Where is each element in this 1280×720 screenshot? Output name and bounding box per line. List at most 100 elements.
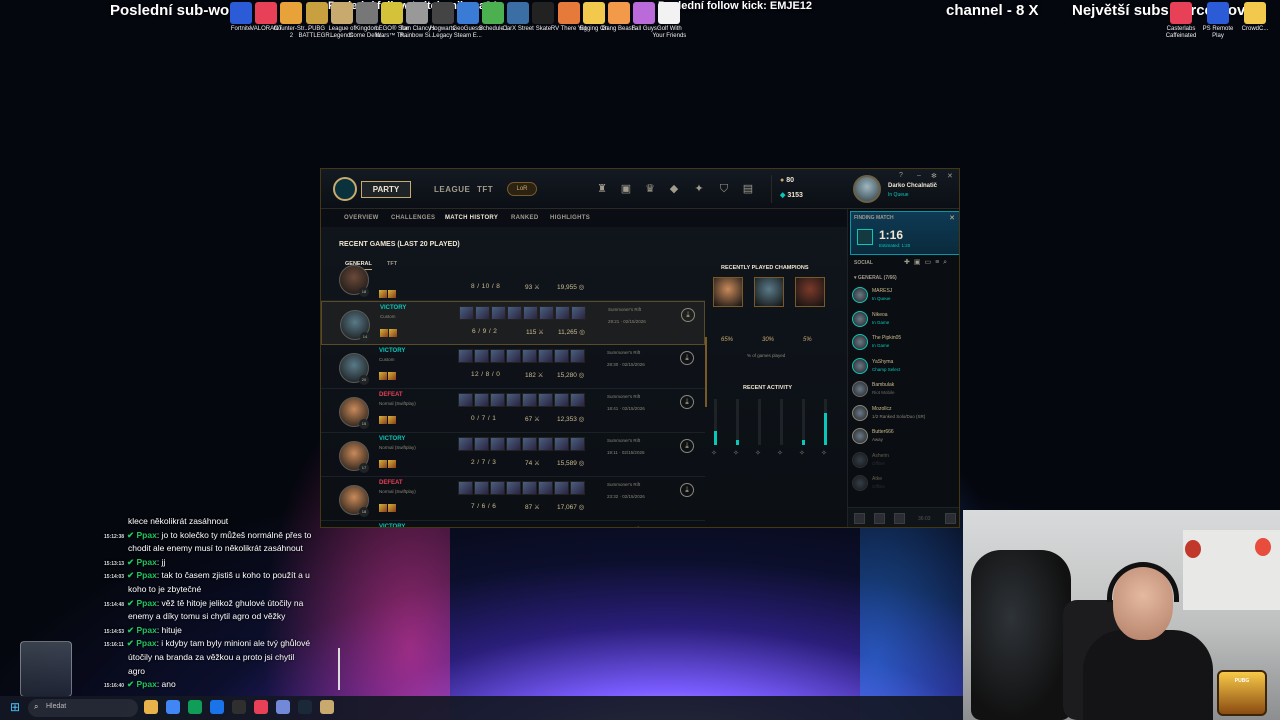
voice-icon[interactable] (894, 513, 905, 524)
spell-icon (389, 329, 397, 337)
currency-panel[interactable]: ● 80 ◆ 3153 (771, 175, 831, 203)
download-replay-icon[interactable]: ⤓ (680, 483, 694, 497)
tab-match-history[interactable]: MATCH HISTORY (445, 215, 498, 221)
taskbar-app-icon[interactable] (144, 700, 158, 714)
desktop-shortcut[interactable]: CrowdC... (1236, 2, 1274, 33)
chat-username[interactable]: ✔ Ppax (127, 638, 157, 648)
tab-overview[interactable]: OVERVIEW (344, 215, 379, 221)
match-list-scrollbar[interactable] (705, 337, 707, 407)
desktop-shortcut-label: Golf With Your Friends (652, 26, 687, 39)
match-kda: 7 / 6 / 6 (471, 503, 497, 510)
nav-tft[interactable]: TFT (477, 185, 493, 194)
friend-entry[interactable]: Mozollcz 1/2 Ranked Solo/Duo (SR) (852, 403, 956, 425)
cancel-queue-icon[interactable]: ✕ (949, 214, 955, 222)
taskbar-app-icon[interactable] (232, 700, 246, 714)
recycle-bin-icon[interactable] (20, 641, 72, 697)
chat-username[interactable]: ✔ Ppax (127, 598, 157, 608)
chat-username[interactable]: ✔ Ppax (127, 530, 157, 540)
champions-icon[interactable]: ♛ (643, 182, 657, 196)
item-icon (506, 437, 521, 451)
chat-username[interactable]: ✔ Ppax (127, 570, 157, 580)
chat-text: klece několikrát zasáhnout (128, 516, 229, 526)
home-icon[interactable]: ♜ (595, 182, 609, 196)
chat-username[interactable]: ✔ Ppax (127, 557, 157, 567)
league-logo-icon[interactable] (333, 177, 357, 201)
friend-entry[interactable]: Asherin Offline (852, 450, 956, 472)
party-button[interactable]: PARTY (361, 181, 411, 198)
match-row[interactable]: 17 VICTORY Normal (Swiftplay) 2 / 7 / 3 74 ⚔… (321, 433, 705, 477)
store-icon[interactable]: ▤ (741, 182, 755, 196)
match-mode: Normal (Swiftplay) (379, 401, 416, 406)
nav-league[interactable]: LEAGUE (434, 185, 470, 194)
minimize-icon[interactable]: – (917, 172, 921, 179)
friend-group-label: GENERAL (7/66) (857, 275, 897, 281)
taskbar-app-icon[interactable] (254, 700, 268, 714)
chat-text: koho to je zbytečné (128, 584, 202, 594)
taskbar-app-icon[interactable] (166, 700, 180, 714)
crafting-icon[interactable]: ✦ (692, 182, 706, 196)
friend-group-title[interactable]: ▾ GENERAL (7/66) (854, 275, 897, 281)
match-row[interactable]: 20 VICTORY Custom 12 / 8 / 0 182 ⚔ 15,280 ◎ Su… (321, 345, 705, 389)
download-replay-icon[interactable]: ⤓ (680, 395, 694, 409)
help-icon[interactable]: ? (899, 172, 903, 179)
match-time: 19:11 · 02/15/2026 (607, 450, 645, 455)
friend-entry[interactable]: Bambulak Riot Mobile (852, 379, 956, 401)
chat-message: chodit ale enemy musí to několikrát zasá… (128, 542, 303, 556)
chat-username[interactable]: ✔ Ppax (127, 679, 157, 689)
friend-entry[interactable]: The Pipkin05 In Game (852, 332, 956, 354)
match-kda: 8 / 10 / 8 (471, 283, 501, 290)
nav-lor-pill[interactable]: LoR (507, 182, 537, 196)
download-replay-icon[interactable]: ⤓ (680, 439, 694, 453)
desktop-shortcut-label: CrowdC... (1241, 26, 1269, 32)
item-icon (522, 393, 537, 407)
inventory-icon[interactable]: ⛉ (717, 182, 731, 196)
desktop-shortcut[interactable]: Casterlabs Caffeinated (1162, 2, 1200, 40)
desktop-shortcut[interactable]: Golf With Your Friends (650, 2, 688, 40)
chat-icon[interactable] (854, 513, 865, 524)
settings-icon[interactable]: ✻ (931, 172, 937, 180)
friend-entry[interactable]: MARESJ In Queue (852, 285, 956, 307)
loot-icon[interactable]: ◆ (667, 182, 681, 196)
profile-avatar[interactable] (853, 175, 881, 203)
friend-entry[interactable]: Butter666 Away (852, 426, 956, 448)
match-row[interactable]: 15 DEFEAT Normal (Swiftplay) 0 / 7 / 1 67 ⚔ 1… (321, 389, 705, 433)
collection-icon[interactable]: ▣ (619, 182, 633, 196)
chat-scrollbar[interactable] (338, 648, 340, 690)
download-replay-icon[interactable]: ⤓ (680, 527, 694, 528)
close-icon[interactable]: ✕ (947, 172, 953, 180)
match-row[interactable]: VICTORY Summoner's Rift ⤓ (321, 521, 705, 528)
match-row[interactable]: 14 VICTORY Custom 6 / 9 / 2 115 ⚔ 11,265 ◎ Sum… (321, 301, 705, 345)
friend-entry[interactable]: Nikeoa In Game (852, 309, 956, 331)
finding-match-panel[interactable]: FINDING MATCH 1:16 Estimated: 1:20 ✕ (850, 211, 959, 255)
match-row[interactable]: 18 DEFEAT Normal (Swiftplay) 7 / 6 / 6 87 ⚔ 1… (321, 477, 705, 521)
tab-ranked[interactable]: RANKED (511, 215, 538, 221)
download-replay-icon[interactable]: ⤓ (681, 308, 695, 322)
tab-challenges[interactable]: CHALLENGES (391, 215, 435, 221)
taskbar-search[interactable]: ⌕ Hledat (28, 699, 138, 717)
friend-entry[interactable]: YaShyma Champ Select (852, 356, 956, 378)
taskbar-app-icon[interactable] (276, 700, 290, 714)
missions-icon[interactable] (874, 513, 885, 524)
role-icon: ✧ (733, 450, 739, 457)
windows-start-icon[interactable]: ⊞ (10, 701, 22, 713)
desktop-shortcut[interactable]: PS Remote Play (1199, 2, 1237, 40)
taskbar-app-icon[interactable] (320, 700, 334, 714)
spell-icon (379, 290, 387, 298)
taskbar-app-icon[interactable] (210, 700, 224, 714)
tab-highlights[interactable]: HIGHLIGHTS (550, 215, 590, 221)
social-tools-icons[interactable]: ✚▣▭≡⌕ (904, 258, 951, 267)
taskbar-app-icon[interactable] (298, 700, 312, 714)
taskbar-app-icon[interactable] (188, 700, 202, 714)
tab-tft-games[interactable]: TFT (387, 261, 397, 267)
download-replay-icon[interactable]: ⤓ (680, 351, 694, 365)
sidebar-settings-icon[interactable] (945, 513, 956, 524)
profile-name[interactable]: Darko Chcalnatič (888, 183, 937, 189)
item-icon (474, 437, 489, 451)
activity-bar-fill (824, 412, 827, 445)
friend-status: Champ Select (872, 366, 901, 372)
friend-entry[interactable]: Atke Offline (852, 473, 956, 495)
chat-username[interactable]: ✔ Ppax (127, 625, 157, 635)
match-row[interactable]: 18 8 / 10 / 8 93 ⚔ 19,955 ◎ (321, 265, 705, 301)
friend-status: In Game (872, 343, 890, 348)
item-icon (458, 349, 473, 363)
